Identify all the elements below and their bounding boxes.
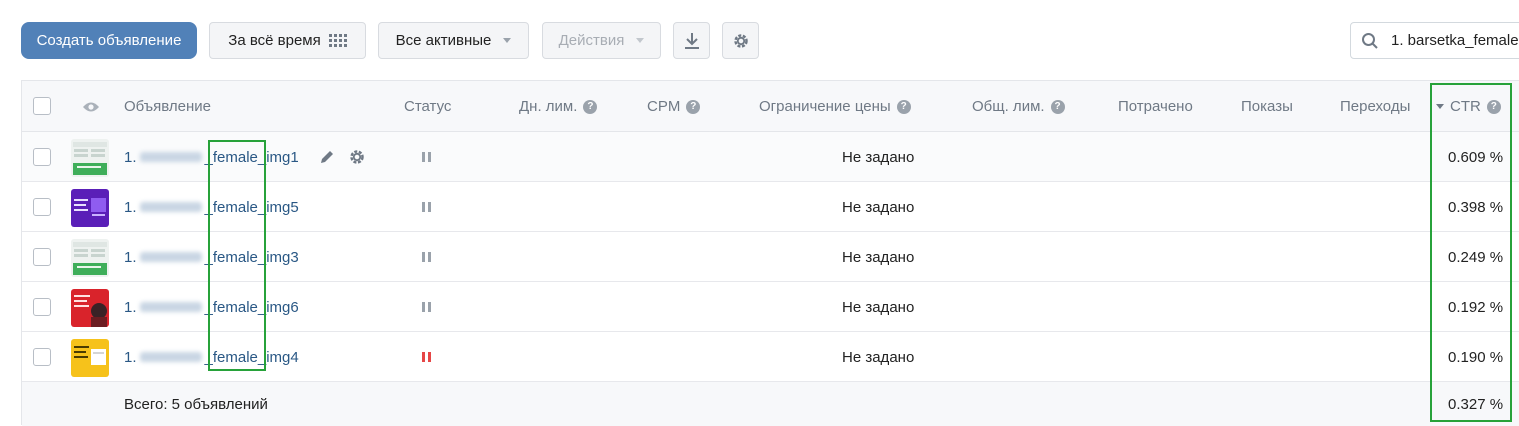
help-icon[interactable]: ? — [1486, 99, 1501, 114]
chevron-down-icon — [503, 38, 512, 43]
row-checkbox[interactable] — [33, 298, 51, 316]
toolbar: Создать объявление За всё время Все акти… — [0, 0, 1519, 80]
column-ctr[interactable]: CTR ? — [1436, 81, 1501, 132]
visibility-column-header[interactable] — [82, 81, 100, 132]
status-filter-label: Все активные — [395, 32, 492, 49]
status-toggle[interactable] — [422, 332, 431, 382]
pause-icon — [422, 302, 431, 312]
help-icon[interactable]: ? — [583, 99, 598, 114]
period-button[interactable]: За всё время — [209, 22, 366, 59]
ad-thumbnail — [71, 239, 109, 277]
pencil-icon — [321, 151, 333, 163]
table-row[interactable]: 1. _female_img4 Не задано 0.190 % — [22, 332, 1519, 382]
total-ctr-value: 0.327 % — [1448, 395, 1504, 413]
sort-desc-icon — [1436, 104, 1444, 109]
ad-thumbnail — [71, 189, 109, 227]
column-price-limit[interactable]: Ограничение цены? — [759, 81, 911, 132]
column-ad[interactable]: Объявление — [124, 81, 211, 132]
chevron-down-icon — [636, 38, 645, 43]
help-icon[interactable]: ? — [1050, 99, 1065, 114]
help-icon[interactable]: ? — [896, 99, 911, 114]
ad-name-link[interactable]: 1. _female_img3 — [124, 232, 299, 282]
pause-icon — [422, 252, 431, 262]
eye-icon — [83, 102, 99, 111]
download-icon — [684, 32, 699, 49]
pause-icon — [422, 152, 431, 162]
price-limit-value: Не задано — [842, 248, 915, 266]
ad-thumbnail — [71, 289, 109, 327]
search-input[interactable]: 1. barsetka_female — [1350, 22, 1519, 59]
edit-button[interactable] — [319, 132, 335, 182]
actions-dropdown[interactable]: Действия — [542, 22, 661, 59]
period-label: За всё время — [228, 32, 321, 49]
blurred-name-part — [139, 252, 202, 262]
table-footer: Всего: 5 объявлений 0.327 % — [22, 382, 1519, 426]
ad-thumbnail — [71, 139, 109, 177]
table-row[interactable]: 1. _female_img5 Не задано 0.398 % — [22, 182, 1519, 232]
row-checkbox[interactable] — [33, 198, 51, 216]
row-checkbox[interactable] — [33, 248, 51, 266]
ctr-value: 0.192 % — [1448, 298, 1504, 316]
settings-button[interactable] — [722, 22, 759, 59]
blurred-name-part — [139, 152, 202, 162]
ad-name-link[interactable]: 1. _female_img4 — [124, 332, 299, 382]
price-limit-value: Не задано — [842, 348, 915, 366]
price-limit-value: Не задано — [842, 198, 915, 216]
column-impressions[interactable]: Показы — [1241, 81, 1293, 132]
gear-icon — [733, 33, 748, 48]
status-toggle[interactable] — [422, 282, 431, 332]
table-row[interactable]: 1. _female_img1 Не задано 0.609 % — [22, 132, 1519, 182]
blurred-name-part — [139, 352, 202, 362]
status-toggle[interactable] — [422, 132, 431, 182]
calendar-grid-icon — [328, 34, 347, 47]
ctr-value: 0.249 % — [1448, 248, 1504, 266]
ctr-value: 0.190 % — [1448, 348, 1504, 366]
status-toggle[interactable] — [422, 182, 431, 232]
ad-name-link[interactable]: 1. _female_img6 — [124, 282, 299, 332]
ad-name-link[interactable]: 1. _female_img1 — [124, 132, 299, 182]
help-icon[interactable]: ? — [686, 99, 701, 114]
column-status[interactable]: Статус — [404, 81, 451, 132]
total-label: Всего: 5 объявлений — [124, 395, 268, 413]
search-value: 1. barsetka_female — [1391, 32, 1519, 49]
table-header: Объявление Статус Дн. лим.? CPM? Огранич… — [22, 81, 1519, 132]
create-ad-button[interactable]: Создать объявление — [21, 22, 197, 59]
row-checkbox[interactable] — [33, 348, 51, 366]
select-all-checkbox[interactable] — [33, 97, 51, 115]
column-day-limit[interactable]: Дн. лим.? — [519, 81, 598, 132]
ad-name-link[interactable]: 1. _female_img5 — [124, 182, 299, 232]
price-limit-value: Не задано — [842, 298, 915, 316]
ctr-value: 0.609 % — [1448, 148, 1504, 166]
gear-icon — [350, 150, 364, 164]
blurred-name-part — [139, 202, 202, 212]
table-row[interactable]: 1. _female_img6 Не задано 0.192 % — [22, 282, 1519, 332]
row-settings-button[interactable] — [348, 132, 366, 182]
ad-thumbnail — [71, 339, 109, 377]
blurred-name-part — [139, 302, 202, 312]
pause-icon — [422, 202, 431, 212]
download-button[interactable] — [673, 22, 710, 59]
stop-icon — [422, 352, 431, 362]
ads-table: Объявление Статус Дн. лим.? CPM? Огранич… — [21, 80, 1519, 426]
search-icon — [1362, 32, 1378, 49]
column-total-limit[interactable]: Общ. лим.? — [972, 81, 1065, 132]
column-clicks[interactable]: Переходы — [1340, 81, 1410, 132]
column-cpm[interactable]: CPM? — [647, 81, 701, 132]
create-ad-label: Создать объявление — [36, 32, 182, 49]
table-row[interactable]: 1. _female_img3 Не задано 0.249 % — [22, 232, 1519, 282]
price-limit-value: Не задано — [842, 148, 915, 166]
status-toggle[interactable] — [422, 232, 431, 282]
ctr-value: 0.398 % — [1448, 198, 1504, 216]
column-spent[interactable]: Потрачено — [1118, 81, 1193, 132]
actions-label: Действия — [558, 32, 625, 49]
status-filter-dropdown[interactable]: Все активные — [378, 22, 529, 59]
row-checkbox[interactable] — [33, 148, 51, 166]
